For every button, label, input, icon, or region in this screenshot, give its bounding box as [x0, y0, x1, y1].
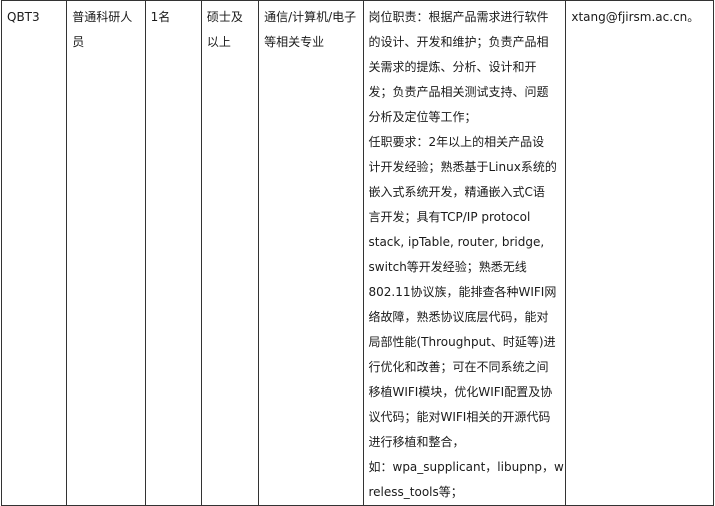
description-line: 议代码；能对WIFI相关的开源代码: [368, 410, 551, 424]
table-row: QBT3 普通科研人员 1名 硕士及以上 通信/计算机/电子等相关专业 岗位职责…: [0, 0, 714, 506]
description-line: switch等开发经验；熟悉无线: [368, 260, 527, 274]
description-line: 关需求的提炼、分析、设计和开: [368, 60, 537, 74]
description-line: 行优化和改善；可在不同系统之间: [368, 360, 549, 374]
description-line: 分析及定位等工作；: [368, 110, 477, 124]
description-line: 802.11协议族，能排查各种WIFI网: [368, 285, 557, 299]
description-line: 言开发；具有TCP/IP protocol: [368, 210, 531, 224]
description-line: reless_tools等；: [368, 485, 463, 499]
description-line: 发；负责产品相关测试支持、问题: [368, 85, 549, 99]
description-line: stack, ipTable, router, bridge,: [368, 235, 545, 249]
major-requirement-cell: 通信/计算机/电子等相关专业: [258, 0, 364, 506]
headcount-cell: 1名: [144, 0, 202, 506]
description-line: 的设计、开发和维护；负责产品相: [368, 35, 549, 49]
description-line: 计开发经验；熟悉基于Linux系统的: [368, 160, 557, 174]
contact-email-cell: xtang@fjirsm.ac.cn。: [565, 0, 714, 506]
position-code-cell: QBT3: [0, 0, 68, 506]
degree-requirement-cell: 硕士及以上: [200, 0, 260, 506]
description-line: 如：wpa_supplicant，libupnp，wi: [368, 460, 566, 474]
description-line: 嵌入式系统开发，精通嵌入式C语: [368, 185, 545, 199]
job-description-cell: 岗位职责：根据产品需求进行软件 的设计、开发和维护；负责产品相 关需求的提炼、分…: [362, 0, 567, 506]
description-line: 岗位职责：根据产品需求进行软件: [368, 10, 549, 24]
description-line: 移植WIFI模块，优化WIFI配置及协: [368, 385, 553, 399]
description-line: 局部性能(Throughput、时延等)进: [368, 335, 556, 349]
description-line: 络故障，熟悉协议底层代码，能对: [368, 310, 549, 324]
job-posting-table: QBT3 普通科研人员 1名 硕士及以上 通信/计算机/电子等相关专业 岗位职责…: [0, 0, 714, 506]
description-line: 进行移植和整合，: [368, 435, 465, 449]
description-line: 任职要求：2年以上的相关产品设: [368, 135, 545, 149]
position-title-cell: 普通科研人员: [66, 0, 146, 506]
